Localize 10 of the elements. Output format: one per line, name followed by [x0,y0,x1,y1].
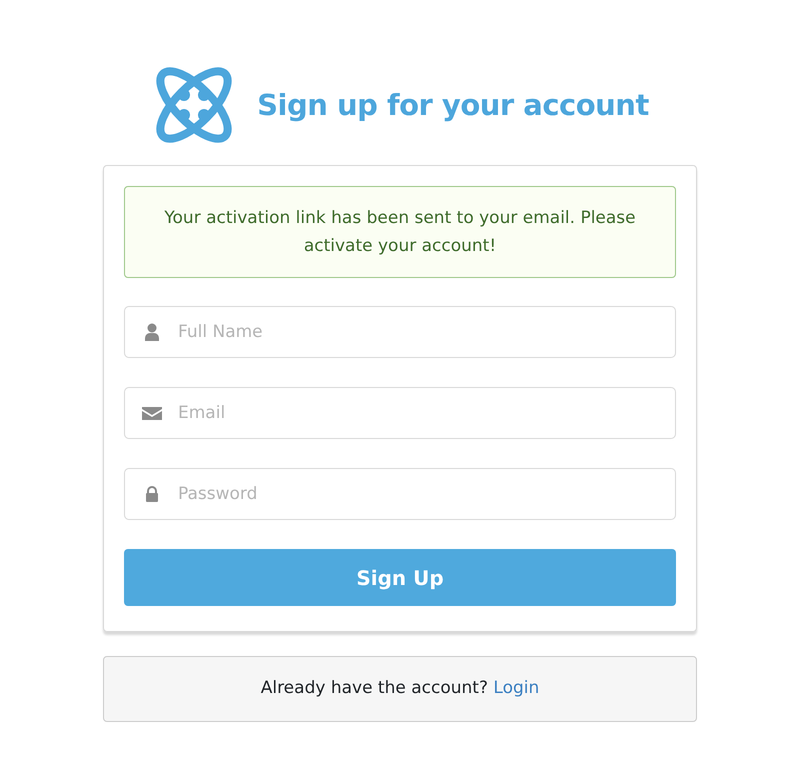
person-icon [142,323,162,341]
page-title: Sign up for your account [257,88,649,122]
sign-up-button[interactable]: Sign Up [124,549,676,606]
login-link[interactable]: Login [493,678,540,698]
envelope-icon [142,404,162,422]
input-field[interactable]: Full Name [124,306,676,358]
input-field[interactable]: Password [124,468,676,520]
success-alert: Your activation link has been sent to your email. Please activate your account! [124,186,676,278]
input-field[interactable]: Email [124,387,676,439]
login-prompt: Already have the account? Login [260,677,540,700]
